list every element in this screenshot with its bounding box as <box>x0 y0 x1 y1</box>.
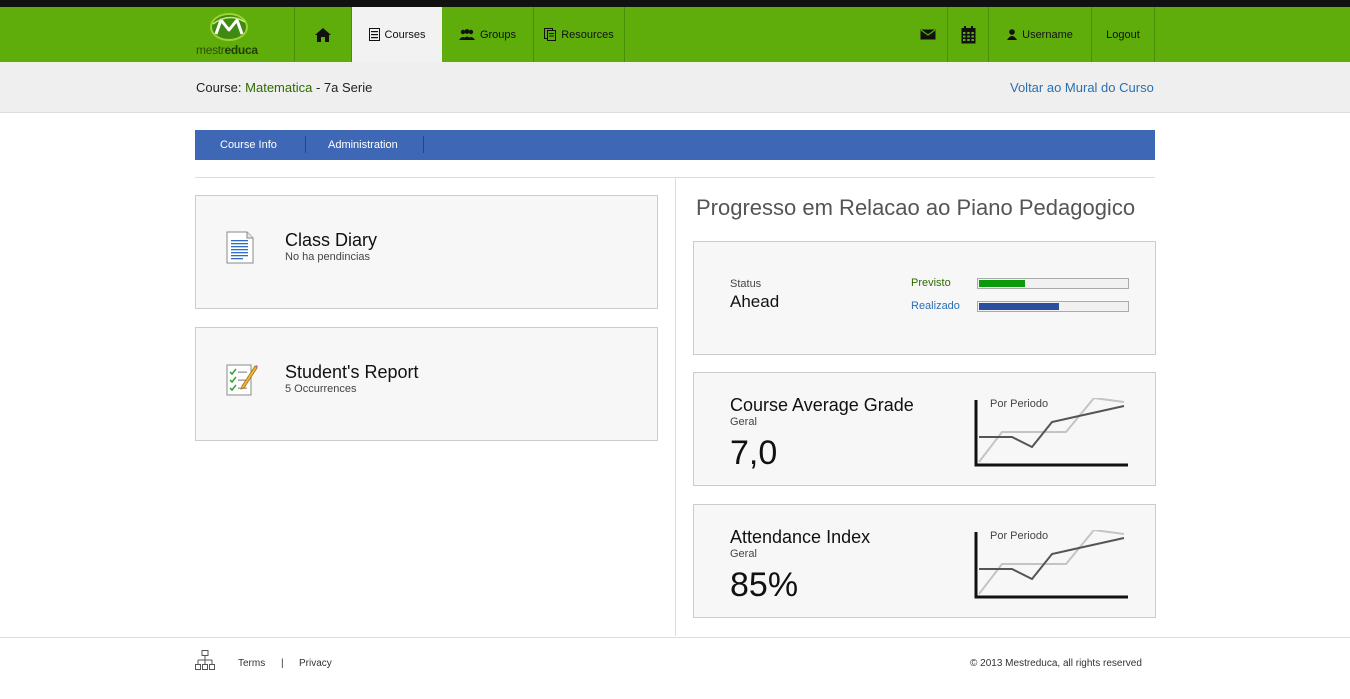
grade-spark-label: Por Periodo <box>990 398 1049 410</box>
logo-text-left: mestr <box>196 43 225 57</box>
nav-resources[interactable]: Resources <box>534 7 625 62</box>
course-bar: Course: Matematica - 7a Serie Voltar ao … <box>0 62 1350 113</box>
status-value: Ahead <box>730 292 780 311</box>
top-navbar: mestreduca Courses Groups Resources User… <box>0 7 1350 62</box>
mail-icon <box>920 29 935 40</box>
course-name: Matematica <box>245 80 313 95</box>
previsto-bar <box>977 278 1129 289</box>
attendance-index-card[interactable]: Attendance Index Geral 85% Por Periodo <box>693 504 1156 618</box>
class-diary-subtitle: No ha pendincias <box>285 251 371 263</box>
grade-value: 7,0 <box>730 434 778 472</box>
home-icon <box>315 27 331 42</box>
course-suffix: - 7a Serie <box>315 80 373 95</box>
class-diary-title: Class Diary <box>285 230 378 250</box>
attendance-title: Attendance Index <box>730 527 871 547</box>
groups-icon <box>458 29 475 40</box>
nav-resources-label: Resources <box>561 28 614 41</box>
logo-text-right: educa <box>224 43 258 57</box>
back-to-course-wall-link[interactable]: Voltar ao Mural do Curso <box>1010 80 1154 95</box>
course-average-grade-card[interactable]: Course Average Grade Geral 7,0 Por Perio… <box>693 372 1156 486</box>
attendance-spark-label: Por Periodo <box>990 530 1049 542</box>
top-strip <box>0 0 1350 7</box>
students-report-subtitle: 5 Occurrences <box>285 383 357 395</box>
nav-username[interactable]: Username <box>989 7 1092 62</box>
document-icon <box>226 231 254 264</box>
nav-groups[interactable]: Groups <box>442 7 534 62</box>
nav-username-label: Username <box>1022 28 1073 41</box>
tab-course-info[interactable]: Course Info <box>220 137 277 153</box>
footer-separator: | <box>281 658 284 669</box>
tab-administration[interactable]: Administration <box>328 137 398 153</box>
nav-courses-label: Courses <box>384 28 426 41</box>
realizado-bar-fill <box>979 303 1059 310</box>
previsto-label: Previsto <box>911 277 951 289</box>
progress-status-card: Status Ahead Previsto Realizado <box>693 241 1156 355</box>
checklist-pencil-icon <box>226 364 258 396</box>
footer-terms-link[interactable]: Terms <box>238 658 265 669</box>
realizado-bar <box>977 301 1129 312</box>
calendar-icon <box>961 25 975 43</box>
students-report-title: Student's Report <box>285 362 419 382</box>
nav-logout-label: Logout <box>1106 28 1140 41</box>
course-prefix: Course: <box>196 80 242 95</box>
column-divider <box>675 178 676 636</box>
subnav-divider <box>423 136 424 153</box>
nav-logout[interactable]: Logout <box>1092 7 1155 62</box>
nav-mail[interactable] <box>908 7 948 62</box>
nav-groups-label: Groups <box>479 28 517 41</box>
nav-calendar[interactable] <box>948 7 989 62</box>
courses-icon <box>368 28 380 41</box>
nav-courses[interactable]: Courses <box>352 7 442 62</box>
grade-scope: Geral <box>730 416 757 428</box>
footer-divider <box>0 637 1350 638</box>
previsto-bar-fill <box>979 280 1025 287</box>
students-report-card[interactable]: Student's Report 5 Occurrences <box>195 327 658 441</box>
sitemap-icon[interactable] <box>195 650 215 671</box>
class-diary-card[interactable]: Class Diary No ha pendincias <box>195 195 658 309</box>
realizado-label: Realizado <box>911 300 960 312</box>
attendance-scope: Geral <box>730 548 757 560</box>
nav-home[interactable] <box>295 7 352 62</box>
course-breadcrumb: Course: Matematica - 7a Serie <box>196 80 372 95</box>
subnav-divider <box>305 136 306 153</box>
resources-icon <box>544 28 557 41</box>
mestreduca-logo-icon <box>210 13 248 41</box>
footer-privacy-link[interactable]: Privacy <box>299 658 332 669</box>
user-icon <box>1007 29 1018 40</box>
navbar-inner: mestreduca Courses Groups Resources User… <box>195 7 1155 62</box>
grade-title: Course Average Grade <box>730 395 914 415</box>
attendance-value: 85% <box>730 566 799 604</box>
progress-heading: Progresso em Relacao ao Piano Pedagogico <box>696 195 1136 220</box>
status-label: Status <box>730 278 762 290</box>
course-subnav: Course Info Administration <box>195 130 1155 160</box>
brand-logo[interactable]: mestreduca <box>195 7 295 62</box>
logo-wordmark: mestreduca <box>196 43 258 57</box>
footer-copyright: © 2013 Mestreduca, all rights reserved <box>970 658 1142 669</box>
